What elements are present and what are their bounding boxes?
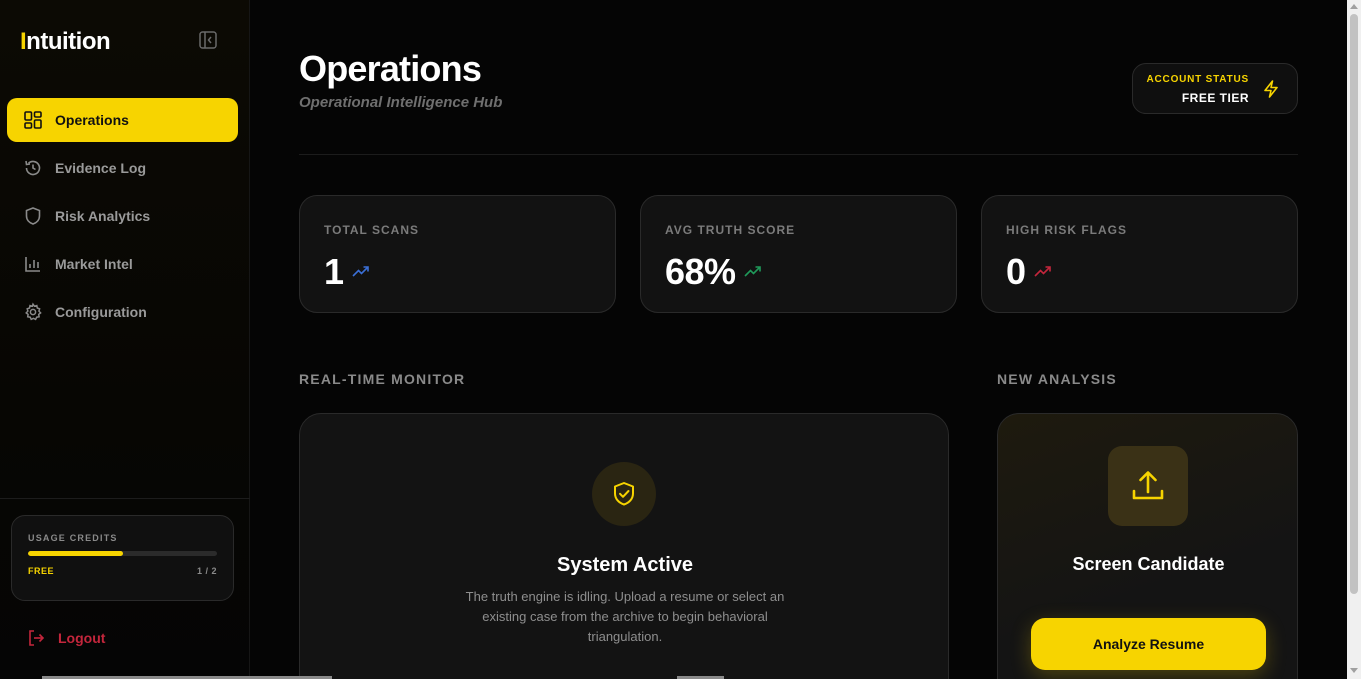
sidebar-divider (0, 498, 250, 499)
analyze-resume-button[interactable]: Analyze Resume (1031, 618, 1266, 670)
sidebar-item-configuration[interactable]: Configuration (7, 290, 238, 334)
scroll-down-arrow-icon[interactable] (1350, 668, 1358, 673)
sidebar-nav: Operations Evidence Log Risk Analytics M… (7, 98, 238, 338)
stat-value: 1 (324, 251, 344, 292)
analysis-title: Screen Candidate (1072, 554, 1225, 574)
new-analysis-card: Screen Candidate Analyze Resume (997, 413, 1298, 679)
usage-credits-count: 1 / 2 (196, 566, 217, 576)
stat-value: 68% (665, 251, 736, 292)
section-label-new-analysis: NEW ANALYSIS (997, 371, 1117, 387)
sidebar-item-label: Market Intel (55, 256, 133, 272)
sidebar: Intuition Operations Evidence Log Risk A… (0, 0, 250, 679)
usage-credits-row: FREE 1 / 2 (28, 566, 217, 576)
upload-icon[interactable] (1108, 446, 1188, 526)
sidebar-item-evidence-log[interactable]: Evidence Log (7, 146, 238, 190)
scrollbar-thumb[interactable] (1350, 14, 1358, 594)
scroll-up-arrow-icon[interactable] (1350, 4, 1358, 9)
main-content: Operations Operational Intelligence Hub … (250, 0, 1347, 679)
sidebar-collapse-icon[interactable] (198, 30, 218, 50)
usage-credits-tier: FREE (28, 566, 55, 576)
section-label-real-time-monitor: REAL-TIME MONITOR (299, 371, 466, 387)
stat-value-row: 1 (324, 251, 370, 293)
stat-value: 0 (1006, 251, 1026, 292)
sidebar-item-market-intel[interactable]: Market Intel (7, 242, 238, 286)
header-divider (299, 154, 1298, 155)
gear-icon (23, 302, 43, 322)
stat-label: HIGH RISK FLAGS (1006, 223, 1128, 237)
page-title: Operations (299, 48, 482, 89)
history-icon (23, 158, 43, 178)
usage-credits-label: USAGE CREDITS (28, 533, 118, 543)
stat-card-avg-truth-score: AVG TRUTH SCORE 68% (640, 195, 957, 313)
account-status-value: FREE TIER (1181, 91, 1249, 105)
stat-label: AVG TRUTH SCORE (665, 223, 796, 237)
sidebar-item-risk-analytics[interactable]: Risk Analytics (7, 194, 238, 238)
monitor-description: The truth engine is idling. Upload a res… (465, 589, 785, 644)
logout-button[interactable]: Logout (26, 628, 105, 648)
app-root: Intuition Operations Evidence Log Risk A… (0, 0, 1361, 679)
trending-up-icon (351, 263, 370, 281)
account-status-badge[interactable]: ACCOUNT STATUS FREE TIER (1132, 63, 1298, 114)
vertical-scrollbar[interactable] (1347, 0, 1361, 679)
bolt-icon (1261, 79, 1281, 99)
usage-credits-bar (28, 551, 217, 556)
stat-card-total-scans: TOTAL SCANS 1 (299, 195, 616, 313)
real-time-monitor-card: System Active The truth engine is idling… (299, 413, 949, 679)
stat-card-high-risk-flags: HIGH RISK FLAGS 0 (981, 195, 1298, 313)
sidebar-item-label: Evidence Log (55, 160, 147, 176)
sidebar-item-operations[interactable]: Operations (7, 98, 238, 142)
page-subtitle: Operational Intelligence Hub (299, 94, 503, 111)
stat-label: TOTAL SCANS (324, 223, 420, 237)
monitor-title: System Active (557, 554, 693, 576)
trending-up-icon (743, 263, 762, 281)
stat-value-row: 68% (665, 251, 762, 293)
logout-icon (26, 628, 46, 648)
sidebar-item-label: Configuration (55, 304, 147, 320)
sidebar-item-label: Operations (55, 112, 129, 128)
shield-check-icon (592, 462, 656, 526)
sidebar-item-label: Risk Analytics (55, 208, 151, 224)
account-status-label: ACCOUNT STATUS (1146, 74, 1249, 85)
usage-credits-card: USAGE CREDITS FREE 1 / 2 (11, 515, 234, 601)
shield-icon (23, 206, 43, 226)
logout-label: Logout (58, 630, 106, 646)
grid-icon (23, 110, 43, 130)
brand-logo: Intuition (20, 28, 111, 56)
trending-up-icon (1033, 263, 1052, 281)
brand-name-rest: ntuition (26, 28, 111, 55)
stat-value-row: 0 (1006, 251, 1052, 293)
usage-credits-fill (28, 551, 123, 556)
bar-chart-icon (23, 254, 43, 274)
